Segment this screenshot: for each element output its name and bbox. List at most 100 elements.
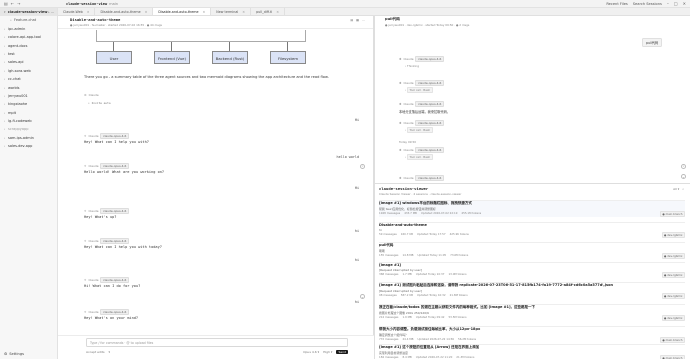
session-item[interactable]: [Image #1] [Request interrupted by user] 3… [379,262,685,279]
model-select[interactable]: Opus 4.6 ▾ [303,350,319,354]
search-icon[interactable]: ⌕ [682,187,684,191]
model-badge: claude-opus-4-6 [415,120,444,126]
tab[interactable]: pull_diff.tl × [251,8,286,15]
session-title: [Image #1] 这个按钮的位置是从 [Arrow] 还是在界面上添加 [379,345,480,349]
sidebar-toggle-icon[interactable]: ▤ [4,0,8,8]
settings-button[interactable]: ⚙ Settings [4,352,24,356]
assistant-label: Claude [88,278,99,282]
claude-icon: ✳ [84,278,87,282]
session-list-title: claude-session-viewer [379,186,429,191]
session-item[interactable]: Disable-and-auto-theme hi 59 messages 160.7… [379,222,685,239]
tool-call-toggle[interactable]: › Tool call · Bash [405,127,433,133]
assistant-label: Claude [88,209,99,213]
session-item[interactable]: 帮我大小内容调整。负载测试接住每帧比率，大小从12px-18px 确定调整这个组件… [379,326,685,344]
claude-icon: ✳ [84,164,87,168]
sidebar-item-actions-icon[interactable]: + … [47,8,57,16]
session-list-pane: claude-session-viewer Claude Session Vie… [375,184,690,359]
session-item[interactable]: [Image #1] windows平台的标题栏图标、拖拽快捷方式 帮我 taur… [379,200,685,218]
sidebar-item[interactable]: • Feature-chat [0,16,57,24]
tab-label: Disable-and-auto-theme [158,9,199,14]
session-branch-tag: ● dev-rgbmix [661,272,685,279]
tool-call-toggle[interactable]: › Tool call · Bash [405,154,433,160]
session-item[interactable]: pull代码 嗯嗯 155 messages 14.8 MB Updated Today… [379,242,685,260]
tab[interactable]: Disable-and-auto-theme × [153,8,212,15]
back-arrow-icon[interactable]: ← [11,0,14,8]
model-badge: claude-opus-4-6 [100,309,129,315]
sidebar-item[interactable]: › calore-api-app-tool [0,33,57,41]
model-badge: claude-opus-4-6 [415,175,444,181]
sidebar-item[interactable]: ▾ claude-session-view + … [0,8,57,17]
sidebar-item[interactable]: › kingxiaohe [0,100,57,108]
assistant-header: ✱ Claude claude-opus-4-6 [399,56,444,62]
split-icon[interactable]: ▦ [356,18,359,22]
session-stat: 1.7 MB [402,272,412,277]
sidebar-item[interactable]: › worlds [0,84,57,92]
tab[interactable]: New terminal × [211,8,252,15]
sidebar-item[interactable]: › scrappyapp [0,125,57,133]
scroll-nav-icon[interactable]: ⌃ [360,164,365,169]
claude-icon: ✱ [399,81,402,85]
filter-select[interactable]: All ▾ [673,187,679,191]
sidebar-item[interactable]: › cc-chat [0,75,57,83]
maximize-icon[interactable]: □ [674,0,678,8]
assistant-message: Hi! What can I do for you? [84,284,141,288]
close-tab-icon[interactable]: × [276,10,279,14]
session-stat: 184 messages [379,355,399,359]
sidebar-item-label: sam-ips-admin [8,135,34,140]
mode-chevron-icon[interactable]: ▾ [109,350,111,354]
recent-files-button[interactable]: Recent Files [606,2,627,6]
session-stat: Updated Today 09:42 [415,315,445,320]
composer: Type / for commands · @ to upload files … [58,335,374,359]
user-message: hello world [336,155,359,159]
tab[interactable]: Claude-Web × [58,8,96,15]
session-stat: 73.6M tokens [450,253,469,258]
tool-call-toggle[interactable]: › Tool call · Bash [405,87,433,93]
session-list-header: claude-session-viewer Claude Session Vie… [379,186,461,196]
close-icon[interactable]: ✕ [683,0,686,8]
sidebar-item[interactable]: › lgh-sora-web [0,67,57,75]
claude-icon: ✳ [84,134,87,138]
scroll-up-icon[interactable]: ⌃ [681,164,686,169]
sidebar-item[interactable]: › lg-fi-codeweb [0,117,57,125]
sidebar-item[interactable]: › sales-dev-app [0,142,57,150]
effort-select[interactable]: High ▾ [323,350,332,354]
tab[interactable]: Disable-and-auto-theme × [95,8,154,15]
accept-edits-select[interactable]: Accept edits [86,350,105,354]
assistant-message: Hey! What's on your mind? [84,316,139,320]
close-tab-icon[interactable]: × [203,10,206,14]
forward-arrow-icon[interactable]: → [17,0,20,8]
close-tab-icon[interactable]: × [242,10,245,14]
search-sessions-button[interactable]: Search Sessions [633,2,662,6]
sidebar-item-label: worlds [8,85,20,90]
message-input[interactable]: Type / for commands · @ to upload files [86,338,348,347]
layout-icon[interactable]: ▤ [350,18,353,22]
sidebar-item[interactable]: › sam-ips-admin [0,134,57,142]
diagram-node-filesystem: Filesystem [270,51,306,64]
sidebar-item[interactable]: › test [0,50,57,58]
session-title: pull代码 [379,243,394,247]
send-button[interactable]: Send [336,350,348,354]
sidebar-item[interactable]: › mpit [0,109,57,117]
secondary-title: pull代码 [385,17,400,21]
session-stat: Updated Today 17:57 [416,232,446,237]
sidebar-item[interactable]: › ipc-admin [0,25,57,33]
scroll-down-icon[interactable]: ⌄ [681,174,686,179]
sidebar-item[interactable]: › sales-api [0,58,57,66]
tool-use-line: ⚙ Claude [84,93,99,97]
scroll-nav-icon[interactable]: ⌄ [360,294,365,299]
session-item[interactable]: [Image #1] 测试图片粘贴后选择和渲染，请帮我 replicate-20… [379,282,685,300]
thinking-toggle[interactable]: › Thinking [405,64,419,68]
session-filter: All ▾ ⌕ [673,187,684,191]
close-tab-icon[interactable]: × [87,10,90,14]
diagram-node-backend: Backend (Rust) [212,51,248,64]
tab-label: Disable-and-auto-theme [100,9,141,14]
sidebar-item[interactable]: › agent-docs [0,42,57,50]
close-tab-icon[interactable]: × [145,10,148,14]
session-item[interactable]: [Image #1] 这个按钮的位置是从 [Arrow] 还是在界面上添加 实现利… [379,344,685,359]
session-item[interactable]: 我正在看/claude/todos 的潜在主题以获取文件内的每种格式。比如 [I… [379,304,685,322]
sidebar-item[interactable]: › jerrywu001 [0,92,57,100]
conversation-pane: Disable-and-auto-theme ● jerrywu001 · fe… [58,16,374,359]
session-title: Disable-and-auto-theme [379,223,427,227]
more-icon[interactable]: … [362,18,365,22]
minimize-icon[interactable]: – [667,0,669,8]
